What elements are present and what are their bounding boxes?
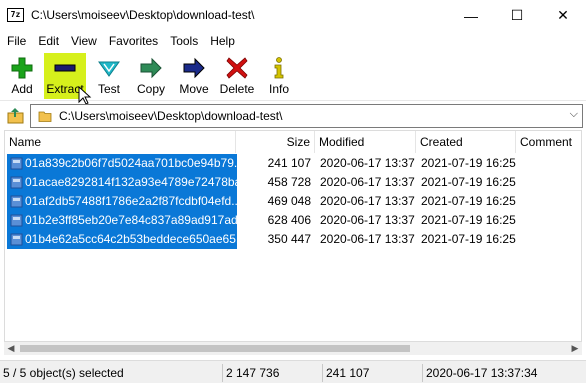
file-icon [10, 214, 23, 227]
window-title: C:\Users\moiseev\Desktop\download-test\ [31, 8, 255, 22]
file-name: 01acae8292814f132a93e4789e72478ba... [7, 173, 237, 192]
app-icon: 7z [7, 8, 24, 22]
file-row[interactable]: 01b2e3ff85eb20e7e84c837a89ad917ad... 628… [5, 211, 581, 230]
copy-button[interactable]: Copy [134, 53, 168, 99]
file-list: Name Size Modified Created Comment 01a83… [4, 130, 582, 342]
minimize-button[interactable]: — [448, 0, 494, 31]
file-created: 2021-07-19 16:25 [421, 194, 516, 208]
test-label: Test [97, 82, 120, 96]
file-modified: 2020-06-17 13:37 [320, 213, 415, 227]
scroll-right-icon[interactable]: ▶ [568, 342, 582, 355]
file-row[interactable]: 01b4e62a5cc64c2b53beddece650ae65... 350 … [5, 230, 581, 249]
file-size: 628 406 [267, 213, 311, 227]
column-size[interactable]: Size [236, 131, 315, 153]
test-button[interactable]: Test [92, 53, 126, 99]
info-label: Info [268, 82, 289, 96]
column-comment[interactable]: Comment [516, 131, 581, 153]
file-icon [10, 233, 23, 246]
horizontal-scrollbar[interactable]: ◀ ▶ [4, 342, 582, 355]
file-row[interactable]: 01a839c2b06f7d5024aa701bc0e94b79... 241 … [5, 154, 581, 173]
file-name: 01af2db57488f1786e2a2f87fcdbf04efd... [7, 192, 237, 211]
file-icon [10, 195, 23, 208]
file-modified: 2020-06-17 13:37 [320, 232, 415, 246]
file-created: 2021-07-19 16:25 [421, 175, 516, 189]
file-icon [10, 157, 23, 170]
plus-icon [11, 57, 33, 79]
delete-button[interactable]: Delete [218, 53, 256, 99]
column-created[interactable]: Created [416, 131, 516, 153]
path-dropdown-icon[interactable]: ⌵ [570, 108, 578, 121]
file-name: 01a839c2b06f7d5024aa701bc0e94b79... [7, 154, 237, 173]
column-modified[interactable]: Modified [315, 131, 416, 153]
info-button[interactable]: Info [264, 53, 294, 99]
address-bar: C:\Users\moiseev\Desktop\download-test\ … [0, 102, 586, 129]
file-modified: 2020-06-17 13:37 [320, 194, 415, 208]
copy-label: Copy [136, 82, 165, 96]
status-total-size: 2 147 736 [222, 364, 320, 382]
delete-label: Delete [219, 82, 255, 96]
add-label: Add [11, 82, 33, 96]
folder-icon [38, 111, 52, 122]
file-row[interactable]: 01af2db57488f1786e2a2f87fcdbf04efd... 46… [5, 192, 581, 211]
file-size: 469 048 [267, 194, 311, 208]
move-label: Move [179, 82, 209, 96]
scroll-left-icon[interactable]: ◀ [4, 342, 18, 355]
menu-help[interactable]: Help [204, 31, 241, 51]
path-field[interactable]: C:\Users\moiseev\Desktop\download-test\ … [30, 104, 583, 128]
info-icon [274, 57, 284, 79]
status-bar: 5 / 5 object(s) selected 2 147 736 241 1… [0, 360, 586, 383]
file-name: 01b2e3ff85eb20e7e84c837a89ad917ad... [7, 211, 237, 230]
move-button[interactable]: Move [176, 53, 212, 99]
add-button[interactable]: Add [4, 53, 40, 99]
status-selected: 5 / 5 object(s) selected [3, 366, 124, 380]
file-created: 2021-07-19 16:25 [421, 232, 516, 246]
maximize-button[interactable]: ☐ [494, 0, 540, 31]
file-created: 2021-07-19 16:25 [421, 156, 516, 170]
file-name: 01b4e62a5cc64c2b53beddece650ae65... [7, 230, 237, 249]
column-name[interactable]: Name [5, 131, 236, 153]
menu-favorites[interactable]: Favorites [103, 31, 164, 51]
copy-arrow-icon [140, 57, 162, 79]
column-header-row: Name Size Modified Created Comment [5, 131, 581, 153]
file-modified: 2020-06-17 13:37 [320, 175, 415, 189]
path-text: C:\Users\moiseev\Desktop\download-test\ [59, 109, 283, 123]
close-button[interactable]: ✕ [540, 0, 586, 31]
up-folder-icon[interactable] [7, 107, 24, 124]
file-modified: 2020-06-17 13:37 [320, 156, 415, 170]
file-size: 350 447 [267, 232, 311, 246]
minus-icon [54, 64, 76, 72]
title-bar: 7z C:\Users\moiseev\Desktop\download-tes… [0, 0, 586, 31]
menu-tools[interactable]: Tools [164, 31, 204, 51]
file-created: 2021-07-19 16:25 [421, 213, 516, 227]
file-row[interactable]: 01acae8292814f132a93e4789e72478ba... 458… [5, 173, 581, 192]
file-icon [10, 176, 23, 189]
menu-view[interactable]: View [65, 31, 103, 51]
move-arrow-icon [183, 57, 205, 79]
menu-edit[interactable]: Edit [32, 31, 65, 51]
scrollbar-thumb[interactable] [20, 345, 410, 352]
file-size: 458 728 [267, 175, 311, 189]
status-item-size: 241 107 [322, 364, 420, 382]
status-date: 2020-06-17 13:37:34 [422, 364, 586, 382]
check-icon [98, 61, 120, 77]
delete-x-icon [226, 57, 248, 79]
menu-bar: File Edit View Favorites Tools Help [0, 31, 586, 51]
menu-file[interactable]: File [0, 31, 32, 51]
file-size: 241 107 [267, 156, 311, 170]
